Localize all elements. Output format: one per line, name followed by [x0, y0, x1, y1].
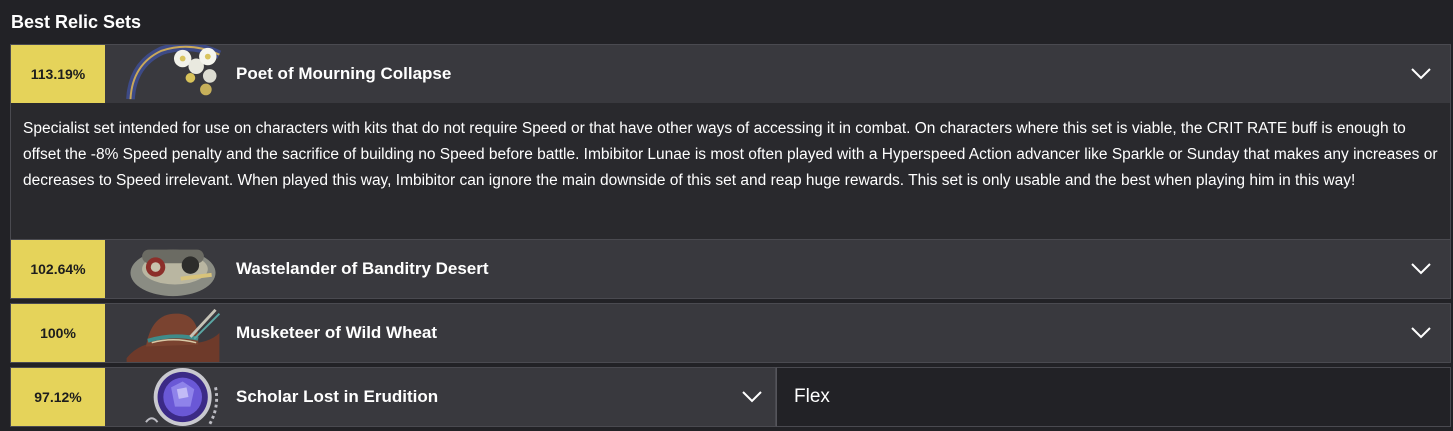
relic-set-row-3[interactable]: 100% Musketeer of Wild Wheat — [10, 303, 1451, 363]
purple-gem-relic-icon — [121, 368, 225, 426]
cowboy-hat-relic-icon — [121, 304, 225, 362]
relic-percent-badge: 113.19% — [11, 45, 105, 103]
relic-percent-badge: 100% — [11, 304, 105, 362]
relic-percent-badge: 97.12% — [11, 368, 105, 426]
relic-set-name: Musketeer of Wild Wheat — [236, 323, 438, 342]
relic-set-description: Specialist set intended for use on chara… — [10, 103, 1451, 239]
relic-set-row-4[interactable]: 97.12% Scholar Lost in Erudition — [10, 367, 776, 427]
relic-set-row-2[interactable]: 102.64% Wastelander of Banditry Desert — [10, 239, 1451, 299]
relic-set-name: Poet of Mourning Collapse — [236, 64, 452, 83]
chevron-down-icon[interactable] — [1410, 326, 1432, 340]
relic-set-name: Wastelander of Banditry Desert — [236, 259, 489, 278]
section-title: Best Relic Sets — [11, 12, 142, 32]
relic-percent-badge: 102.64% — [11, 240, 105, 298]
flower-wreath-relic-icon — [121, 45, 225, 103]
chevron-down-icon[interactable] — [1410, 262, 1432, 276]
chevron-down-icon[interactable] — [741, 390, 763, 404]
chevron-down-icon[interactable] — [1410, 67, 1432, 81]
relic-set-row-1[interactable]: 113.19% Poet of Mourning Collapse — [10, 44, 1451, 104]
relic-set-name: Scholar Lost in Erudition — [236, 387, 439, 406]
flex-label: Flex — [776, 367, 1451, 427]
goggles-helmet-relic-icon — [121, 240, 225, 298]
